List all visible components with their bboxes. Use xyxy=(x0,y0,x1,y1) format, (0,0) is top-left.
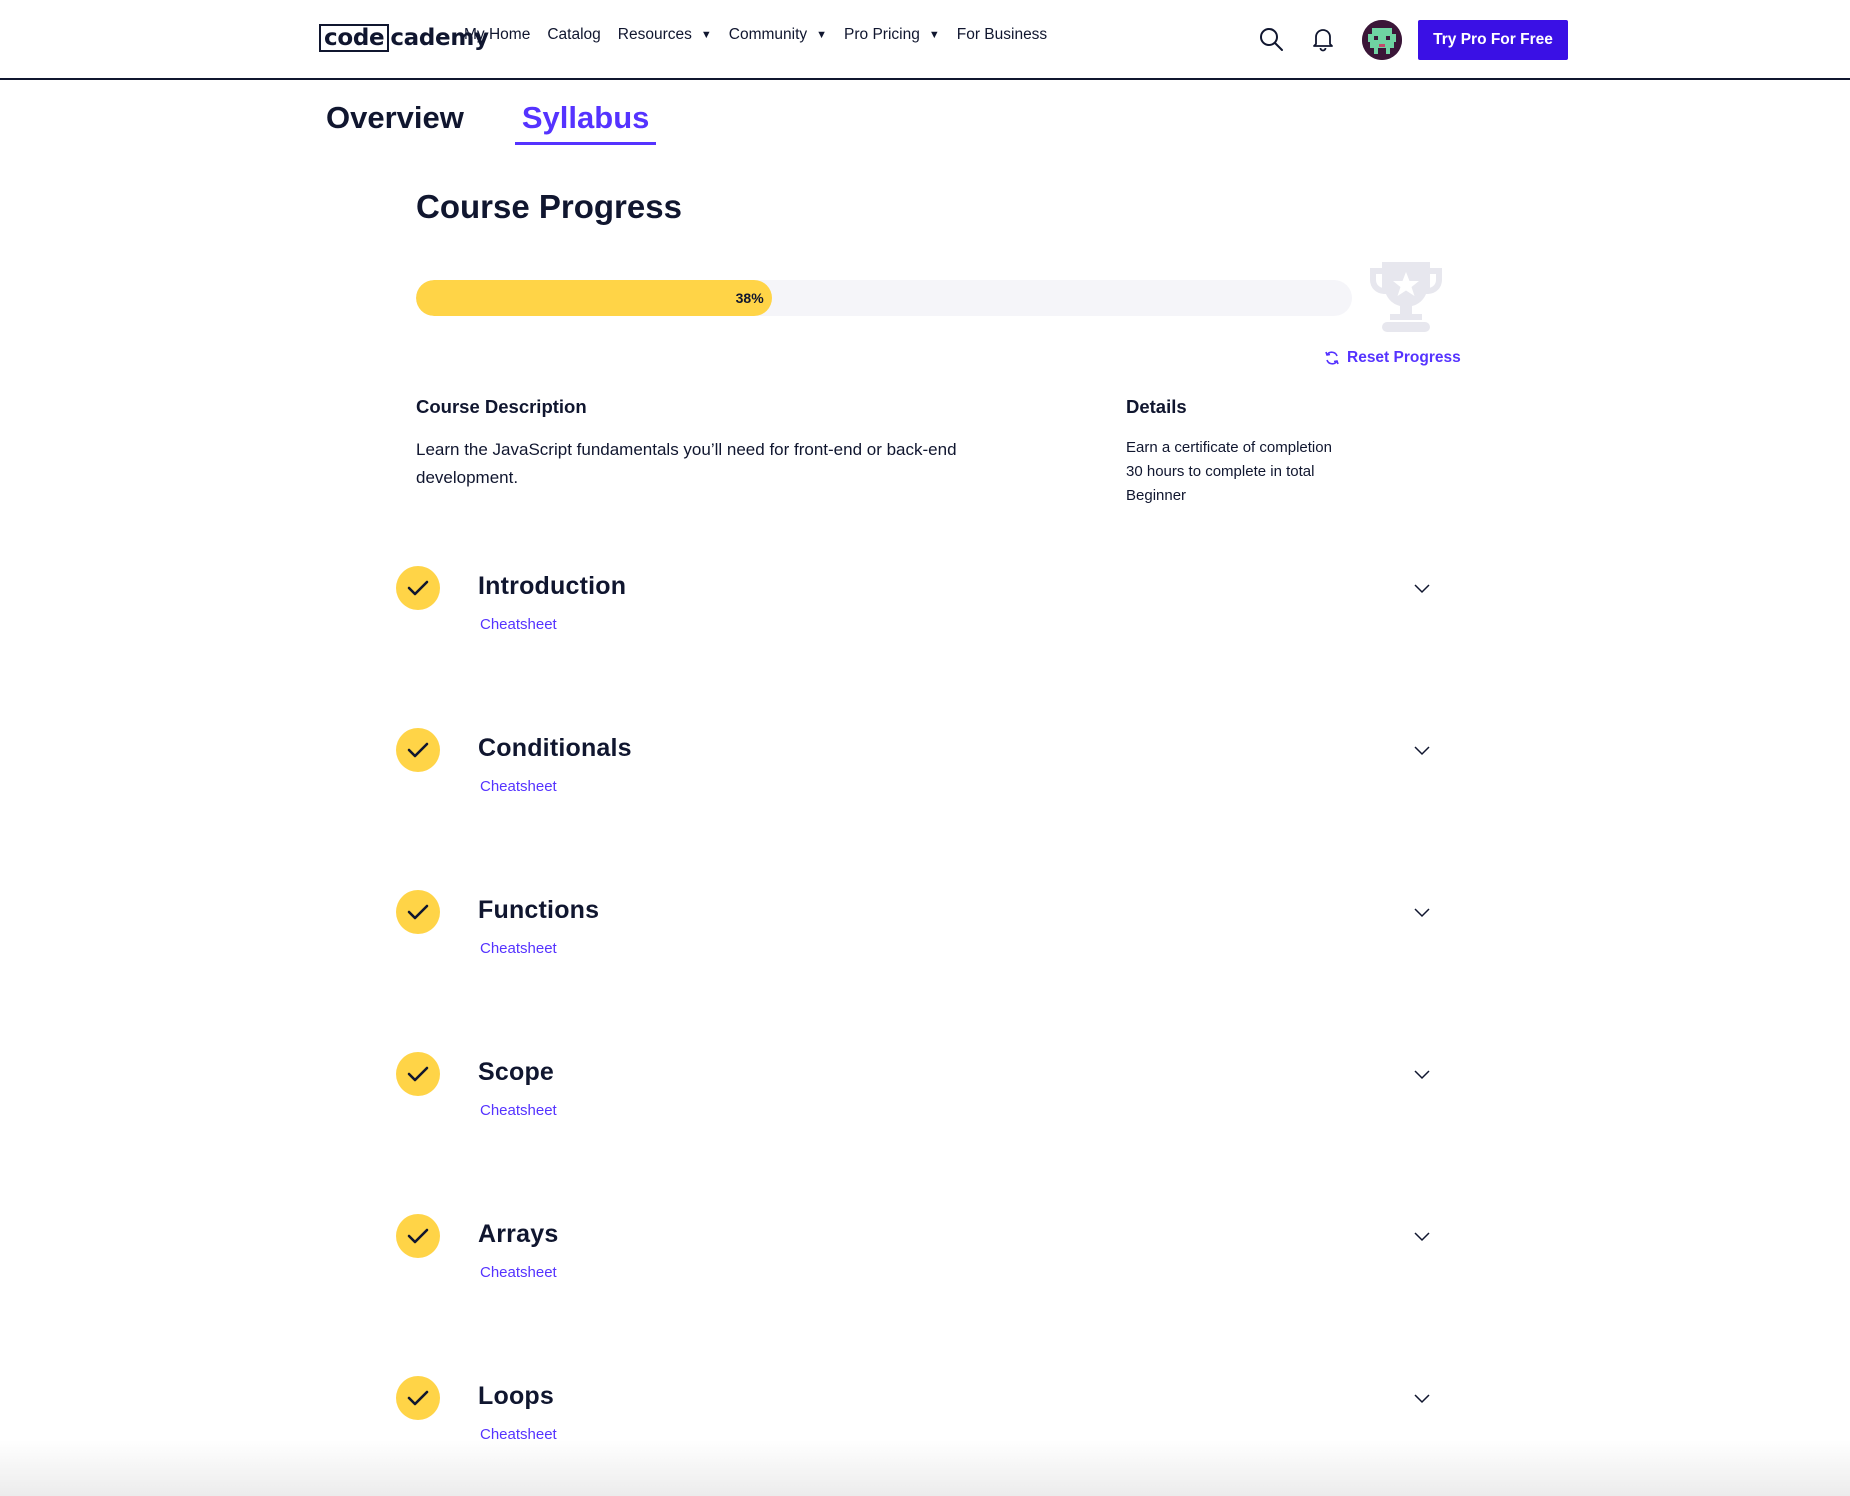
reset-progress-label: Reset Progress xyxy=(1347,349,1461,366)
details-heading: Details xyxy=(1126,396,1187,417)
nav-link-label: For Business xyxy=(956,26,1048,43)
search-icon[interactable] xyxy=(1258,26,1286,54)
progress-bar: 38% xyxy=(416,280,1352,316)
cheatsheet-link[interactable]: Cheatsheet xyxy=(480,1264,557,1281)
module-title[interactable]: Introduction xyxy=(478,572,626,601)
nav-link-catalog[interactable]: Catalog xyxy=(547,26,600,44)
course-progress-title: Course Progress xyxy=(416,188,682,225)
check-icon xyxy=(396,728,440,772)
nav-link-resources[interactable]: Resources ▼ xyxy=(618,26,712,44)
bottom-fade xyxy=(0,1440,1850,1496)
reset-progress-button[interactable]: Reset Progress xyxy=(1324,349,1461,367)
check-icon xyxy=(396,566,440,610)
chevron-down-icon[interactable] xyxy=(1412,902,1432,922)
module-introduction: Introduction Cheatsheet xyxy=(396,566,1436,686)
tab-overview[interactable]: Overview xyxy=(326,96,471,145)
cheatsheet-link[interactable]: Cheatsheet xyxy=(480,616,557,633)
details-list: Earn a certificate of completion 30 hour… xyxy=(1126,436,1332,508)
nav-links: My Home Catalog Resources ▼ Community ▼ … xyxy=(464,26,1047,44)
detail-item: 30 hours to complete in total xyxy=(1126,463,1315,480)
chevron-down-icon[interactable] xyxy=(1412,1388,1432,1408)
check-icon xyxy=(396,1052,440,1096)
chevron-down-icon[interactable] xyxy=(1412,1226,1432,1246)
course-description-heading: Course Description xyxy=(416,396,587,417)
nav-link-community[interactable]: Community ▼ xyxy=(729,26,827,44)
caret-down-icon: ▼ xyxy=(928,29,940,41)
bell-icon[interactable] xyxy=(1310,26,1338,54)
nav-link-label: Pro Pricing xyxy=(844,26,920,43)
nav-link-label: Resources xyxy=(617,26,692,43)
check-icon xyxy=(396,1376,440,1420)
progress-percent-label: 38% xyxy=(735,290,764,306)
nav-link-label: Catalog xyxy=(547,26,601,43)
detail-item: Beginner xyxy=(1126,487,1187,504)
module-title[interactable]: Arrays xyxy=(478,1220,558,1249)
nav-link-for-business[interactable]: For Business xyxy=(957,26,1047,44)
nav-link-pro-pricing[interactable]: Pro Pricing ▼ xyxy=(844,26,940,44)
course-description-text: Learn the JavaScript fundamentals you’ll… xyxy=(416,440,957,487)
module-title[interactable]: Loops xyxy=(478,1382,554,1411)
check-icon xyxy=(396,1214,440,1258)
refresh-icon xyxy=(1325,351,1339,365)
module-functions: Functions Cheatsheet xyxy=(396,890,1436,1010)
chevron-down-icon[interactable] xyxy=(1412,1064,1432,1084)
progress-fill: 38% xyxy=(416,280,772,316)
nav-link-label: My Home xyxy=(464,26,531,43)
module-scope: Scope Cheatsheet xyxy=(396,1052,1436,1172)
course-tabs: Overview Syllabus xyxy=(326,96,657,145)
tab-syllabus[interactable]: Syllabus xyxy=(514,96,657,145)
cheatsheet-link[interactable]: Cheatsheet xyxy=(480,1102,557,1119)
logo-code-text: code xyxy=(319,24,390,52)
nav-link-label: Community xyxy=(728,26,808,43)
chevron-down-icon[interactable] xyxy=(1412,740,1432,760)
caret-down-icon: ▼ xyxy=(700,29,712,41)
caret-down-icon: ▼ xyxy=(816,29,828,41)
top-navbar: code cademy My Home Catalog Resources ▼ … xyxy=(0,0,1850,80)
detail-item: Earn a certificate of completion xyxy=(1126,439,1332,456)
module-title[interactable]: Functions xyxy=(478,896,599,925)
avatar[interactable] xyxy=(1362,20,1402,60)
trophy-icon xyxy=(1368,258,1444,336)
module-conditionals: Conditionals Cheatsheet xyxy=(396,728,1436,848)
cheatsheet-link[interactable]: Cheatsheet xyxy=(480,940,557,957)
module-arrays: Arrays Cheatsheet xyxy=(396,1214,1436,1334)
nav-link-my-home[interactable]: My Home xyxy=(464,26,530,44)
check-icon xyxy=(396,890,440,934)
module-title[interactable]: Scope xyxy=(478,1058,554,1087)
cheatsheet-link[interactable]: Cheatsheet xyxy=(480,778,557,795)
chevron-down-icon[interactable] xyxy=(1412,578,1432,598)
module-title[interactable]: Conditionals xyxy=(478,734,632,763)
try-pro-button[interactable]: Try Pro For Free xyxy=(1418,20,1568,60)
